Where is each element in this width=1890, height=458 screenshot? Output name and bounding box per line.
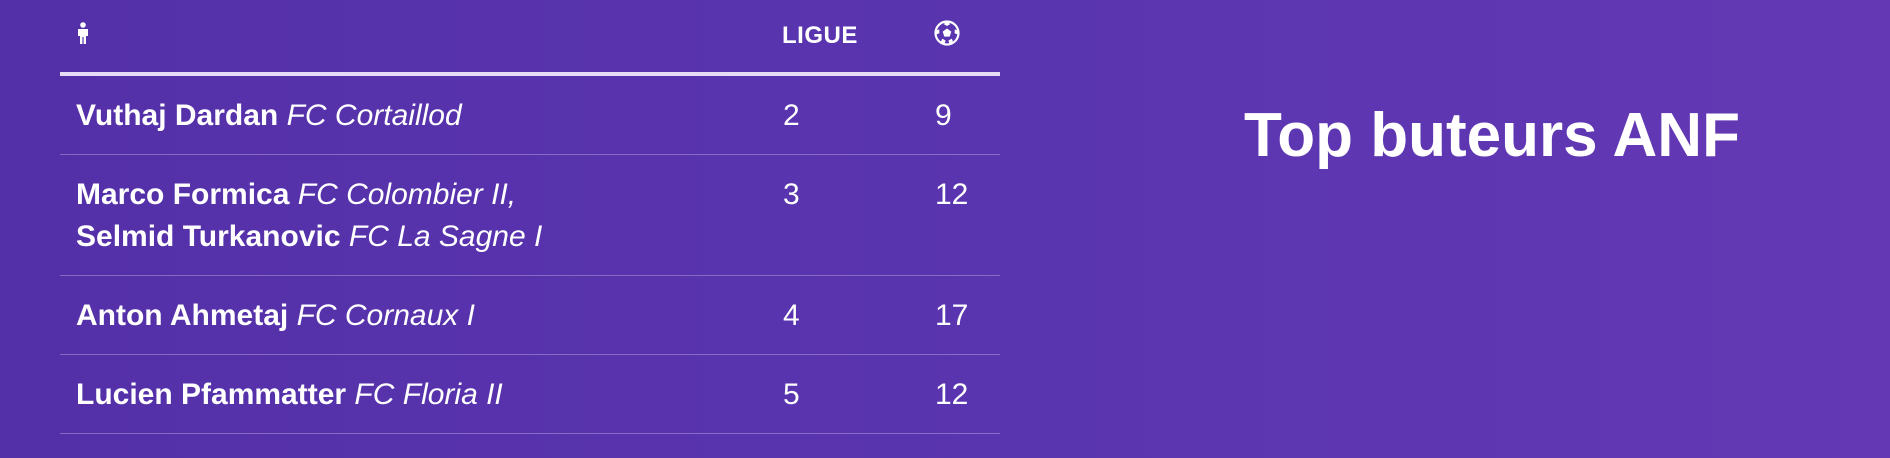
player-name: Anton Ahmetaj [76,299,289,332]
player-cell: Marco Formica FC Colombier II, Selmid Tu… [60,154,782,276]
header-goals [934,0,1000,76]
league-cell: 3 [782,154,934,276]
player-club: FC La Sagne I [348,220,543,253]
league-cell: 2 [782,74,934,155]
header-league: LIGUE [782,0,934,76]
scorers-table-container: LIGUE Vuthaj Dardan FC Cortaillod 2 9 Ma… [60,0,1000,434]
player-name: Vuthaj Dardan [76,99,279,132]
table-row: Lucien Pfammatter FC Floria II 5 12 [60,354,1000,434]
table-body: Vuthaj Dardan FC Cortaillod 2 9 Marco Fo… [60,74,1000,434]
league-cell: 5 [782,354,934,434]
table-row: Anton Ahmetaj FC Cornaux I 4 17 [60,275,1000,355]
player-name: Lucien Pfammatter [76,378,347,411]
player-cell: Anton Ahmetaj FC Cornaux I [60,275,782,355]
goals-cell: 12 [934,354,1000,434]
player-name: Selmid Turkanovic [76,220,341,253]
player-cell: Vuthaj Dardan FC Cortaillod [60,74,782,155]
player-club: FC Cornaux I [296,299,475,332]
top-scorers-table: LIGUE Vuthaj Dardan FC Cortaillod 2 9 Ma… [60,0,1000,434]
soccer-ball-icon [934,19,960,53]
goals-cell: 12 [934,154,1000,276]
player-name: Marco Formica [76,178,290,211]
page-title: Top buteurs ANF [1244,101,1740,170]
league-cell: 4 [782,275,934,355]
goals-cell: 17 [934,275,1000,355]
header-row: LIGUE [60,0,1000,76]
player-club: FC Floria II [354,378,503,411]
table-row: Marco Formica FC Colombier II, Selmid Tu… [60,154,1000,276]
table-row: Vuthaj Dardan FC Cortaillod 2 9 [60,74,1000,155]
player-cell: Lucien Pfammatter FC Floria II [60,354,782,434]
player-club: FC Cortaillod [286,99,462,132]
goals-cell: 9 [934,74,1000,155]
header-player [60,0,782,76]
player-club: FC Colombier II, [297,178,517,211]
table-header: LIGUE [60,0,1000,76]
person-icon [76,21,90,51]
